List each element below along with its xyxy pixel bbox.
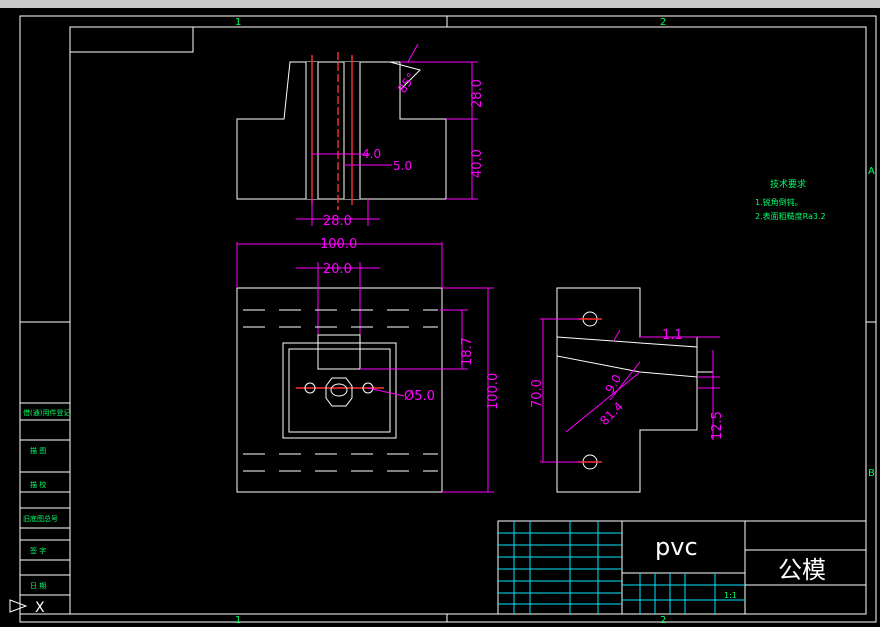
strip-label-0: 借(通)用件登记 (23, 408, 70, 417)
strip-label-4: 签 字 (30, 546, 46, 555)
corner-label-box (69, 26, 194, 53)
sheet-border (19, 15, 877, 623)
title-block: pvc 公模 1:1 (497, 520, 867, 615)
dim-100-horiz: 100.0 (320, 237, 357, 252)
dim-18-7: 18.7 (460, 337, 475, 366)
top-section-view: 28.0 40.0 85° 4.0 5.0 28.0 (236, 43, 485, 229)
dim-70: 70.0 (530, 379, 545, 408)
dim-9: 9.0 (602, 372, 624, 396)
strip-label-5: 日 期 (30, 582, 46, 590)
zone-label-top-1: 1 (235, 17, 241, 28)
zone-label-bottom-1: 1 (235, 615, 241, 626)
dim-1-1: 1.1 (662, 328, 683, 343)
dim-12-5: 12.5 (710, 411, 725, 440)
dim-hole: Ø5.0 (404, 389, 435, 404)
technical-notes: 技术要求 1.锐角倒钝。 2.表面粗糙度Ra3.2 (755, 178, 826, 221)
strip-label-1: 描 图 (30, 446, 46, 455)
left-strip-table: 借(通)用件登记 描 图 描 校 旧底图总号 签 字 日 期 (19, 402, 71, 615)
dim-40-vert: 40.0 (470, 149, 485, 178)
dim-20: 20.0 (323, 262, 352, 277)
part-name-text: 公模 (778, 556, 826, 584)
strip-label-2: 描 校 (30, 480, 46, 489)
dim-28-vert: 28.0 (470, 79, 485, 108)
notes-title: 技术要求 (770, 178, 806, 190)
dim-28-horiz: 28.0 (323, 214, 352, 229)
front-view: 100.0 20.0 Ø5.0 100.0 18.7 (236, 237, 501, 493)
dim-4: 4.0 (362, 147, 381, 161)
material-text: pvc (655, 533, 698, 561)
zone-label-bottom-2: 2 (660, 615, 666, 626)
cad-drawing: 1 2 1 2 A B 28.0 40.0 85° 4.0 5.0 28.0 1… (0, 0, 880, 626)
scale-text: 1:1 (724, 591, 737, 600)
side-section-view: 70.0 1.1 9.0 81.4 12.5 (530, 287, 725, 493)
ucs-x-label: X (35, 600, 45, 616)
dim-100-vert: 100.0 (486, 373, 501, 410)
zone-label-b: B (868, 468, 875, 479)
zone-label-a: A (868, 166, 875, 177)
strip-label-3: 旧底图总号 (23, 514, 58, 523)
frame-border (69, 26, 867, 615)
toolbar-strip (0, 0, 880, 8)
notes-line-1: 1.锐角倒钝。 (755, 197, 803, 207)
dim-angle: 85° (395, 70, 419, 95)
zone-label-top-2: 2 (660, 17, 666, 28)
notes-line-2: 2.表面粗糙度Ra3.2 (755, 211, 826, 221)
dim-5: 5.0 (393, 159, 412, 173)
